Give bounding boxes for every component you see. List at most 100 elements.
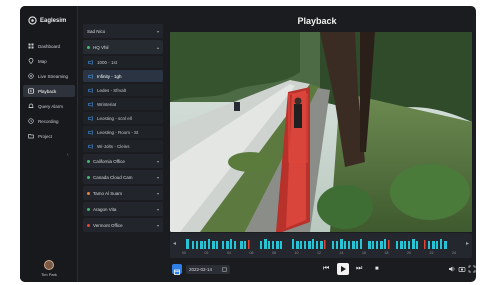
recording-segment xyxy=(356,241,358,249)
recording-segment xyxy=(348,241,350,249)
live-icon xyxy=(28,73,34,79)
sidebar-item-label: Recording xyxy=(38,118,59,124)
recording-segment xyxy=(300,241,302,249)
play-button[interactable] xyxy=(337,263,349,275)
logo-icon xyxy=(28,16,37,25)
timeline-tick-label: 02 xyxy=(204,251,209,255)
timeline[interactable]: ◂ ▸ 00 02 04 06 08 10 12 14 16 18 20 22 24 xyxy=(170,233,472,258)
site-selector-label: Sad Nico xyxy=(87,28,106,34)
timeline-ticks: 00 02 04 06 08 10 12 14 16 18 20 22 24 xyxy=(182,251,464,256)
sidebar-item-dashboard[interactable]: Dashboard xyxy=(23,40,75,52)
recording-segment xyxy=(292,239,294,249)
camera-item[interactable]: 1000 - 1st xyxy=(83,56,163,68)
recording-segment xyxy=(352,241,355,249)
camera-group-header[interactable]: HQ Vhil ▴ xyxy=(83,40,163,54)
recording-segment xyxy=(432,241,435,249)
recording-segment xyxy=(404,241,406,249)
calendar-small-icon xyxy=(222,267,227,272)
recording-segment xyxy=(192,241,194,249)
recording-segment xyxy=(226,241,229,249)
timeline-tick-label: 10 xyxy=(294,251,299,255)
sidebar-item-label: Map xyxy=(38,58,47,64)
camera-icon[interactable] xyxy=(458,265,466,273)
recording-segment xyxy=(428,241,430,249)
alarm-marker xyxy=(388,240,390,249)
camera-feed-icon xyxy=(88,101,93,107)
chevron-down-icon: ▾ xyxy=(156,174,159,180)
camera-group-header[interactable]: Aragon Vita ▾ xyxy=(83,202,163,216)
camera-group-header[interactable]: Vermont Office ▾ xyxy=(83,218,163,232)
collapse-sidebar-icon[interactable]: ‹ xyxy=(67,152,69,158)
recording-icon xyxy=(28,118,34,124)
recording-segment xyxy=(436,241,438,249)
sidebar-item-query-alarm[interactable]: Query Alarm xyxy=(23,100,75,112)
recording-segment xyxy=(186,239,189,249)
sidebar-item-map[interactable]: Map xyxy=(23,55,75,67)
recording-segment xyxy=(368,241,371,249)
recording-segment xyxy=(316,241,318,249)
video-player[interactable] xyxy=(170,32,472,232)
alarm-marker xyxy=(248,240,250,249)
logo-text: Eaglesim xyxy=(40,17,67,24)
camera-group-label: Aragon Vita xyxy=(93,206,117,212)
timeline-prev-icon[interactable]: ◂ xyxy=(173,240,176,247)
camera-panel: Sad Nico ▾ HQ Vhil ▴ 1000 - 1st Infinity … xyxy=(83,24,163,280)
camera-item[interactable]: Wrinteriat xyxy=(83,98,163,110)
camera-feed-icon xyxy=(88,59,93,65)
recording-segment xyxy=(444,241,447,249)
camera-item[interactable]: Ledes - Sfrvalt xyxy=(83,84,163,96)
camera-group-header[interactable]: Canada Cloud Cam ▾ xyxy=(83,170,163,184)
sidebar-item-recording[interactable]: Recording xyxy=(23,115,75,127)
recording-segment xyxy=(408,241,410,249)
site-selector[interactable]: Sad Nico ▾ xyxy=(83,24,163,38)
camera-feed-icon xyxy=(88,143,93,149)
sidebar-item-playback[interactable]: Playback xyxy=(23,85,75,97)
sidebar-item-project[interactable]: Project xyxy=(23,130,75,142)
avatar xyxy=(44,260,54,270)
volume-icon[interactable] xyxy=(448,265,456,273)
camera-item[interactable]: Leosting - Room - St xyxy=(83,126,163,138)
recording-segment xyxy=(376,241,378,249)
camera-group-header[interactable]: California Office ▾ xyxy=(83,154,163,168)
recording-segment xyxy=(416,241,418,249)
project-icon xyxy=(28,134,34,139)
recording-segment xyxy=(440,239,442,249)
stop-button[interactable]: ■ xyxy=(375,264,379,274)
sidebar-item-live-streaming[interactable]: Live Streaming xyxy=(23,70,75,82)
camera-item-label: Ledes - Sfrvalt xyxy=(97,87,127,93)
recording-segment xyxy=(196,241,198,249)
status-dot xyxy=(87,223,90,227)
user-profile[interactable]: Tim Park xyxy=(29,260,69,277)
camera-item[interactable]: Infinity - 1gh xyxy=(83,70,163,82)
date-value: 2022-02-14 xyxy=(189,267,213,272)
sidebar-item-label: Query Alarm xyxy=(38,103,64,109)
date-picker[interactable]: 2022-02-14 xyxy=(186,265,230,274)
previous-button[interactable]: ⏮ xyxy=(323,264,329,274)
status-dot xyxy=(87,191,90,195)
camera-feed-icon xyxy=(88,115,93,121)
camera-group-label: Canada Cloud Cam xyxy=(93,174,133,180)
status-dot xyxy=(87,207,90,211)
alarm-icon xyxy=(28,103,34,108)
recording-segment xyxy=(264,239,267,249)
recording-segment xyxy=(208,239,210,249)
camera-group-list: California Office ▾ Canada Cloud Cam ▾ Tamo … xyxy=(83,154,163,232)
camera-feed-icon xyxy=(88,73,93,79)
map-icon xyxy=(28,58,34,64)
next-button[interactable]: ⏭ xyxy=(356,264,362,274)
calendar-icon xyxy=(174,269,180,275)
camera-item[interactable]: Leosting - scnl ell xyxy=(83,112,163,124)
fullscreen-icon[interactable] xyxy=(468,265,476,273)
recording-segment xyxy=(400,241,403,249)
camera-item[interactable]: Wi-Jolts - Cleins xyxy=(83,140,163,152)
camera-group-header[interactable]: Tamo Al Suam ▾ xyxy=(83,186,163,200)
calendar-button[interactable] xyxy=(172,264,182,275)
sidebar: Eaglesim Dashboard Map Live Streaming Pl… xyxy=(20,6,78,282)
alarm-marker xyxy=(424,240,426,249)
chevron-down-icon: ▾ xyxy=(156,222,159,228)
camera-item-label: Leosting - scnl ell xyxy=(97,115,132,121)
timeline-tick-label: 12 xyxy=(317,251,321,255)
camera-list: 1000 - 1st Infinity - 1gh Ledes - Sfrvalt W… xyxy=(83,56,163,152)
timeline-next-icon[interactable]: ▸ xyxy=(466,240,469,247)
recording-segment xyxy=(372,241,374,249)
